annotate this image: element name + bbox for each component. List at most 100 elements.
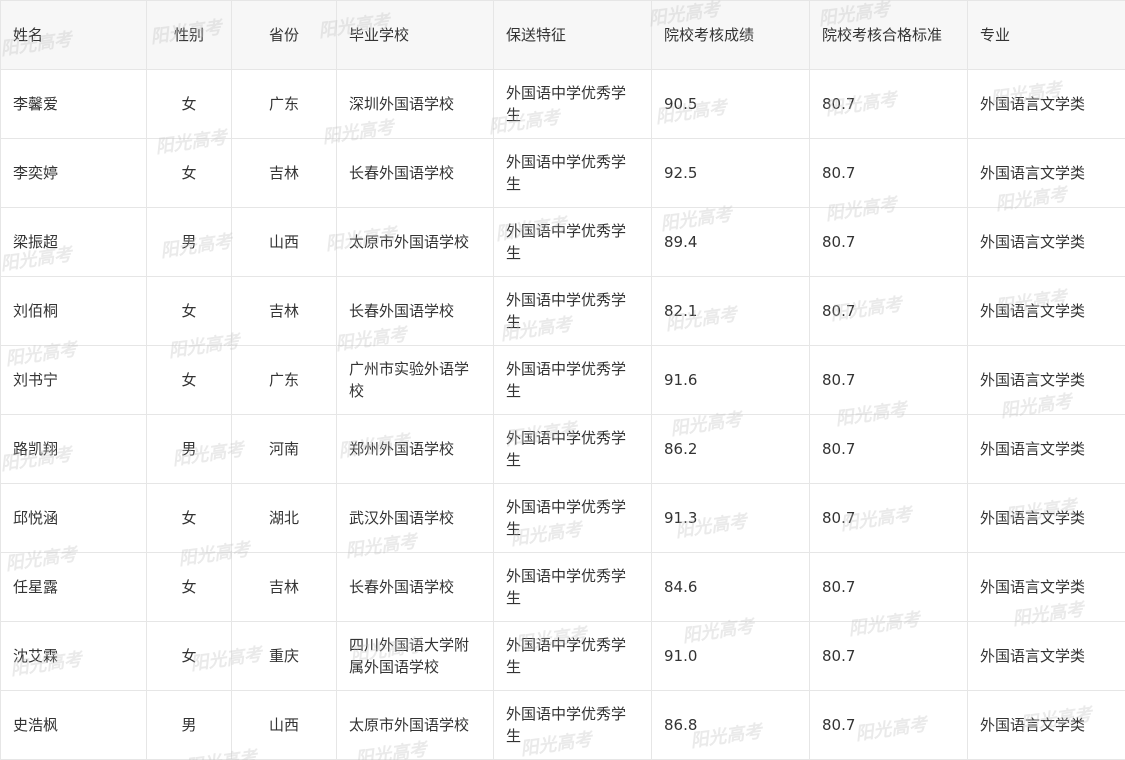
cell-province: 广东 [231, 69, 337, 139]
table-row: 路凯翔男河南 郑州外国语学校 外国语中学优秀学生 86.2 80.7 外国语言文学类 [0, 414, 1125, 484]
cell-score: 91.6 [651, 345, 810, 415]
cell-feature: 外国语中学优秀学生 [493, 483, 652, 553]
cell-score: 91.0 [651, 621, 810, 691]
cell-standard: 80.7 [809, 483, 968, 553]
header-cell-major: 专业 [967, 0, 1125, 70]
page: 姓名 性别 省份 毕业学校 保送特征 院校考核成绩 院校考核合格标准 专业 李馨… [0, 0, 1125, 760]
cell-gender: 女 [146, 483, 232, 553]
cell-gender: 男 [146, 414, 232, 484]
cell-name: 刘书宁 [0, 345, 147, 415]
cell-school: 太原市外国语学校 [336, 207, 494, 277]
cell-standard: 80.7 [809, 69, 968, 139]
cell-name: 李奕婷 [0, 138, 147, 208]
cell-major: 外国语言文学类 [967, 690, 1125, 760]
table-row: 李奕婷女吉林 长春外国语学校 外国语中学优秀学生 92.5 80.7 外国语言文学类 [0, 138, 1125, 208]
cell-school: 武汉外国语学校 [336, 483, 494, 553]
cell-name: 沈艾霖 [0, 621, 147, 691]
cell-feature: 外国语中学优秀学生 [493, 621, 652, 691]
cell-standard: 80.7 [809, 345, 968, 415]
cell-standard: 80.7 [809, 138, 968, 208]
cell-feature: 外国语中学优秀学生 [493, 414, 652, 484]
cell-feature: 外国语中学优秀学生 [493, 207, 652, 277]
cell-standard: 80.7 [809, 207, 968, 277]
cell-score: 86.2 [651, 414, 810, 484]
cell-school: 长春外国语学校 [336, 276, 494, 346]
header-cell-name: 姓名 [0, 0, 147, 70]
cell-feature: 外国语中学优秀学生 [493, 345, 652, 415]
header-cell-province: 省份 [231, 0, 337, 70]
admission-table: 姓名 性别 省份 毕业学校 保送特征 院校考核成绩 院校考核合格标准 专业 李馨… [0, 0, 1125, 760]
cell-school: 郑州外国语学校 [336, 414, 494, 484]
cell-score: 84.6 [651, 552, 810, 622]
table-row: 刘佰桐女吉林 长春外国语学校 外国语中学优秀学生 82.1 80.7 外国语言文学类 [0, 276, 1125, 346]
cell-score: 92.5 [651, 138, 810, 208]
cell-major: 外国语言文学类 [967, 552, 1125, 622]
cell-gender: 女 [146, 345, 232, 415]
cell-school: 太原市外国语学校 [336, 690, 494, 760]
cell-major: 外国语言文学类 [967, 345, 1125, 415]
table-row: 沈艾霖女重庆 四川外国语大学附属外国语学校 外国语中学优秀学生 91.0 80.7 外国语… [0, 621, 1125, 691]
cell-name: 路凯翔 [0, 414, 147, 484]
cell-feature: 外国语中学优秀学生 [493, 69, 652, 139]
cell-feature: 外国语中学优秀学生 [493, 552, 652, 622]
cell-name: 梁振超 [0, 207, 147, 277]
cell-standard: 80.7 [809, 276, 968, 346]
cell-major: 外国语言文学类 [967, 207, 1125, 277]
table-body: 李馨爱女广东 深圳外国语学校 外国语中学优秀学生 90.5 80.7 外国语言文学类 李奕婷… [0, 69, 1125, 760]
header-cell-score: 院校考核成绩 [651, 0, 810, 70]
cell-school: 长春外国语学校 [336, 138, 494, 208]
cell-school: 广州市实验外语学校 [336, 345, 494, 415]
cell-school: 长春外国语学校 [336, 552, 494, 622]
cell-gender: 女 [146, 276, 232, 346]
cell-score: 82.1 [651, 276, 810, 346]
cell-standard: 80.7 [809, 621, 968, 691]
cell-gender: 女 [146, 552, 232, 622]
header-cell-standard: 院校考核合格标准 [809, 0, 968, 70]
cell-feature: 外国语中学优秀学生 [493, 690, 652, 760]
cell-standard: 80.7 [809, 552, 968, 622]
cell-gender: 女 [146, 138, 232, 208]
cell-name: 李馨爱 [0, 69, 147, 139]
cell-school: 深圳外国语学校 [336, 69, 494, 139]
table-row: 任星露女吉林 长春外国语学校 外国语中学优秀学生 84.6 80.7 外国语言文学类 [0, 552, 1125, 622]
cell-name: 史浩枫 [0, 690, 147, 760]
cell-major: 外国语言文学类 [967, 621, 1125, 691]
table-row: 史浩枫男山西 太原市外国语学校 外国语中学优秀学生 86.8 80.7 外国语言文学类 [0, 690, 1125, 760]
cell-gender: 女 [146, 621, 232, 691]
cell-province: 山西 [231, 690, 337, 760]
table-row: 梁振超男山西 太原市外国语学校 外国语中学优秀学生 89.4 80.7 外国语言文学类 [0, 207, 1125, 277]
cell-score: 86.8 [651, 690, 810, 760]
cell-score: 90.5 [651, 69, 810, 139]
table-row: 李馨爱女广东 深圳外国语学校 外国语中学优秀学生 90.5 80.7 外国语言文学类 [0, 69, 1125, 139]
cell-province: 广东 [231, 345, 337, 415]
cell-standard: 80.7 [809, 414, 968, 484]
cell-gender: 男 [146, 690, 232, 760]
cell-province: 吉林 [231, 552, 337, 622]
header-row: 姓名 性别 省份 毕业学校 保送特征 院校考核成绩 院校考核合格标准 专业 [0, 0, 1125, 70]
cell-major: 外国语言文学类 [967, 138, 1125, 208]
cell-score: 89.4 [651, 207, 810, 277]
table-row: 邱悦涵女湖北 武汉外国语学校 外国语中学优秀学生 91.3 80.7 外国语言文学类 [0, 483, 1125, 553]
cell-province: 山西 [231, 207, 337, 277]
header-cell-gender: 性别 [146, 0, 232, 70]
cell-score: 91.3 [651, 483, 810, 553]
cell-school: 四川外国语大学附属外国语学校 [336, 621, 494, 691]
header-cell-school: 毕业学校 [336, 0, 494, 70]
cell-province: 河南 [231, 414, 337, 484]
cell-major: 外国语言文学类 [967, 276, 1125, 346]
table-header: 姓名 性别 省份 毕业学校 保送特征 院校考核成绩 院校考核合格标准 专业 [0, 0, 1125, 70]
cell-feature: 外国语中学优秀学生 [493, 276, 652, 346]
cell-gender: 女 [146, 69, 232, 139]
cell-gender: 男 [146, 207, 232, 277]
cell-province: 吉林 [231, 138, 337, 208]
cell-province: 重庆 [231, 621, 337, 691]
cell-major: 外国语言文学类 [967, 483, 1125, 553]
header-cell-feature: 保送特征 [493, 0, 652, 70]
cell-province: 吉林 [231, 276, 337, 346]
cell-feature: 外国语中学优秀学生 [493, 138, 652, 208]
cell-standard: 80.7 [809, 690, 968, 760]
cell-major: 外国语言文学类 [967, 414, 1125, 484]
cell-name: 任星露 [0, 552, 147, 622]
cell-name: 刘佰桐 [0, 276, 147, 346]
table-row: 刘书宁女广东 广州市实验外语学校 外国语中学优秀学生 91.6 80.7 外国语言文学类 [0, 345, 1125, 415]
